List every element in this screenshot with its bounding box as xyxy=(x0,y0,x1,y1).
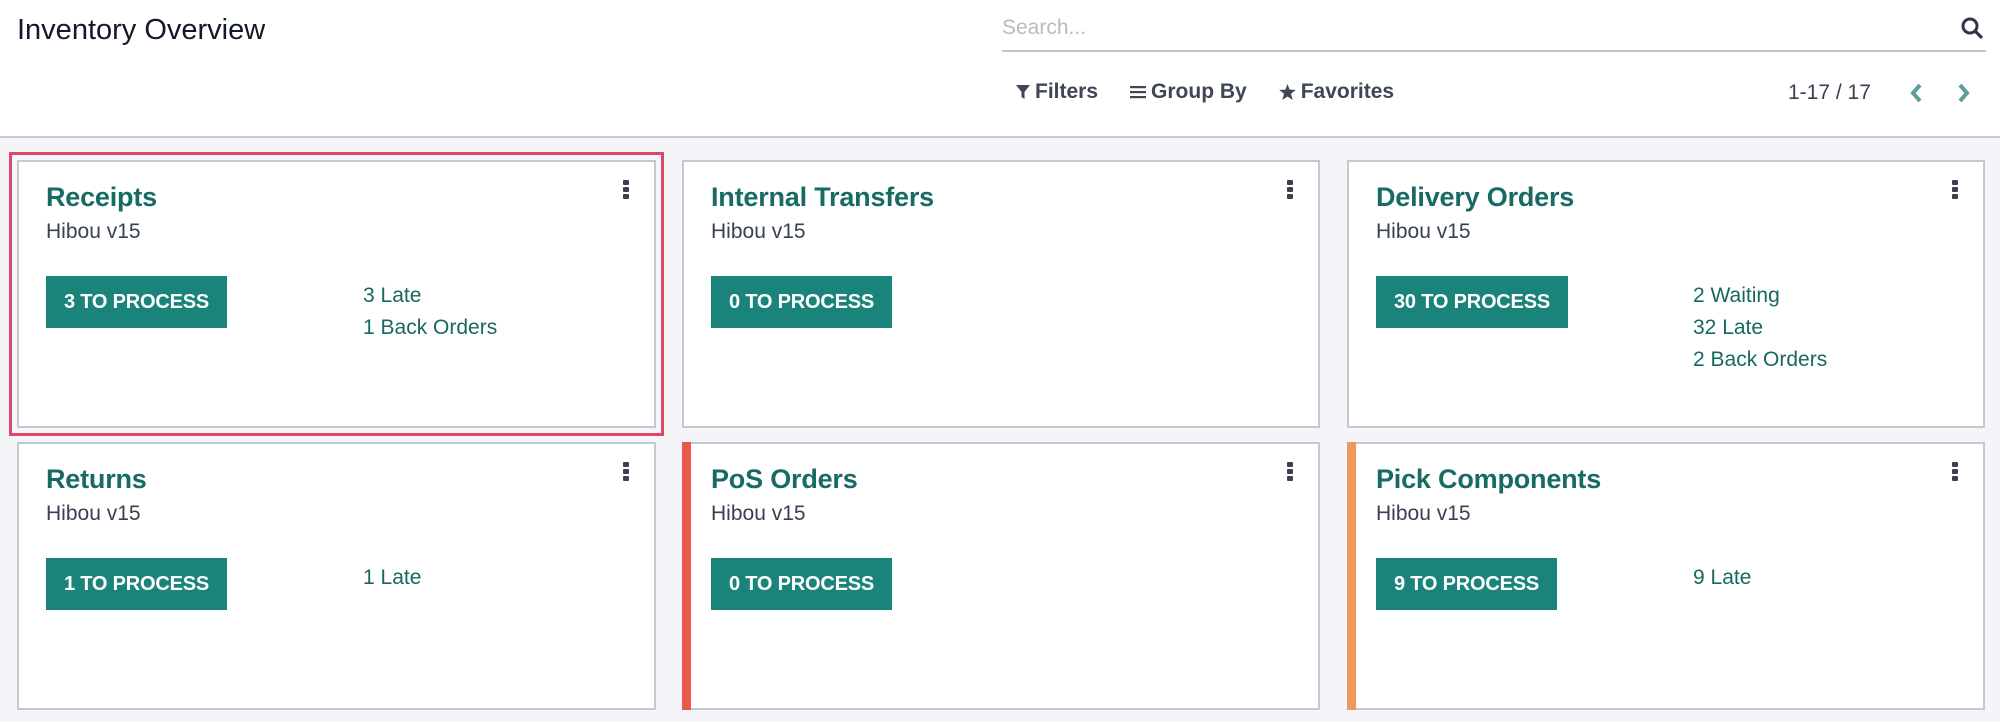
kanban-card-delivery-orders[interactable]: Delivery Orders Hibou v15 30 TO PROCESS … xyxy=(1347,160,1985,428)
chevron-right-icon xyxy=(1958,83,1970,103)
kebab-menu-icon[interactable] xyxy=(620,180,632,202)
late-link[interactable]: 1 Late xyxy=(363,562,421,594)
card-title[interactable]: Receipts xyxy=(46,182,157,213)
search-bar xyxy=(1002,8,1986,52)
late-link[interactable]: 32 Late xyxy=(1693,312,1827,344)
kebab-menu-icon[interactable] xyxy=(1284,462,1296,484)
bars-icon xyxy=(1130,85,1147,99)
back-orders-link[interactable]: 2 Back Orders xyxy=(1693,344,1827,376)
to-process-button[interactable]: 0 TO PROCESS xyxy=(711,558,893,610)
to-process-button[interactable]: 3 TO PROCESS xyxy=(46,276,228,328)
pager-next-button[interactable] xyxy=(1949,80,1979,106)
favorites-button[interactable]: Favorites xyxy=(1278,80,1395,104)
star-icon xyxy=(1278,84,1296,100)
group-by-label: Group By xyxy=(1151,80,1247,103)
card-title[interactable]: Internal Transfers xyxy=(711,182,934,213)
card-subtitle: Hibou v15 xyxy=(46,220,141,243)
card-subtitle: Hibou v15 xyxy=(711,502,806,525)
card-links: 9 Late xyxy=(1693,562,1751,594)
waiting-link[interactable]: 2 Waiting xyxy=(1693,280,1827,312)
control-panel: Inventory Overview Filters Group By Favo… xyxy=(0,0,2000,138)
to-process-button[interactable]: 9 TO PROCESS xyxy=(1376,558,1558,610)
card-color-bar xyxy=(682,442,691,710)
kebab-menu-icon[interactable] xyxy=(620,462,632,484)
pager-previous-button[interactable] xyxy=(1901,80,1931,106)
card-subtitle: Hibou v15 xyxy=(1376,220,1471,243)
to-process-button[interactable]: 30 TO PROCESS xyxy=(1376,276,1568,328)
page-title: Inventory Overview xyxy=(17,14,266,46)
kebab-menu-icon[interactable] xyxy=(1949,462,1961,484)
search-options: Filters Group By Favorites xyxy=(1016,80,1394,104)
kebab-menu-icon[interactable] xyxy=(1284,180,1296,202)
search-icon[interactable] xyxy=(1960,16,1984,40)
card-color-bar xyxy=(1347,442,1356,710)
card-links: 1 Late xyxy=(363,562,421,594)
favorites-label: Favorites xyxy=(1300,80,1395,103)
pager-value[interactable]: 1-17 / 17 xyxy=(1788,81,1871,105)
filter-icon xyxy=(1016,84,1030,100)
card-title[interactable]: PoS Orders xyxy=(711,464,858,495)
chevron-left-icon xyxy=(1910,83,1922,103)
kanban-card-internal-transfers[interactable]: Internal Transfers Hibou v15 0 TO PROCES… xyxy=(682,160,1320,428)
filters-button[interactable]: Filters xyxy=(1016,80,1098,104)
kanban-card-pick-components[interactable]: Pick Components Hibou v15 9 TO PROCESS 9… xyxy=(1347,442,1985,710)
card-title[interactable]: Returns xyxy=(46,464,147,495)
kanban-card-pos-orders[interactable]: PoS Orders Hibou v15 0 TO PROCESS xyxy=(682,442,1320,710)
card-links: 3 Late 1 Back Orders xyxy=(363,280,497,344)
kanban-card-receipts[interactable]: Receipts Hibou v15 3 TO PROCESS 3 Late 1… xyxy=(9,152,664,436)
group-by-button[interactable]: Group By xyxy=(1130,80,1247,104)
card-subtitle: Hibou v15 xyxy=(711,220,806,243)
to-process-button[interactable]: 1 TO PROCESS xyxy=(46,558,228,610)
search-input[interactable] xyxy=(1002,8,1942,48)
back-orders-link[interactable]: 1 Back Orders xyxy=(363,312,497,344)
filters-label: Filters xyxy=(1035,80,1099,103)
to-process-button[interactable]: 0 TO PROCESS xyxy=(711,276,893,328)
card-title[interactable]: Pick Components xyxy=(1376,464,1601,495)
card-subtitle: Hibou v15 xyxy=(1376,502,1471,525)
late-link[interactable]: 3 Late xyxy=(363,280,497,312)
late-link[interactable]: 9 Late xyxy=(1693,562,1751,594)
pager: 1-17 / 17 xyxy=(1788,80,1997,106)
card-links: 2 Waiting 32 Late 2 Back Orders xyxy=(1693,280,1827,376)
card-title[interactable]: Delivery Orders xyxy=(1376,182,1574,213)
kanban-card-returns[interactable]: Returns Hibou v15 1 TO PROCESS 1 Late xyxy=(17,442,656,710)
card-subtitle: Hibou v15 xyxy=(46,502,141,525)
kebab-menu-icon[interactable] xyxy=(1949,180,1961,202)
